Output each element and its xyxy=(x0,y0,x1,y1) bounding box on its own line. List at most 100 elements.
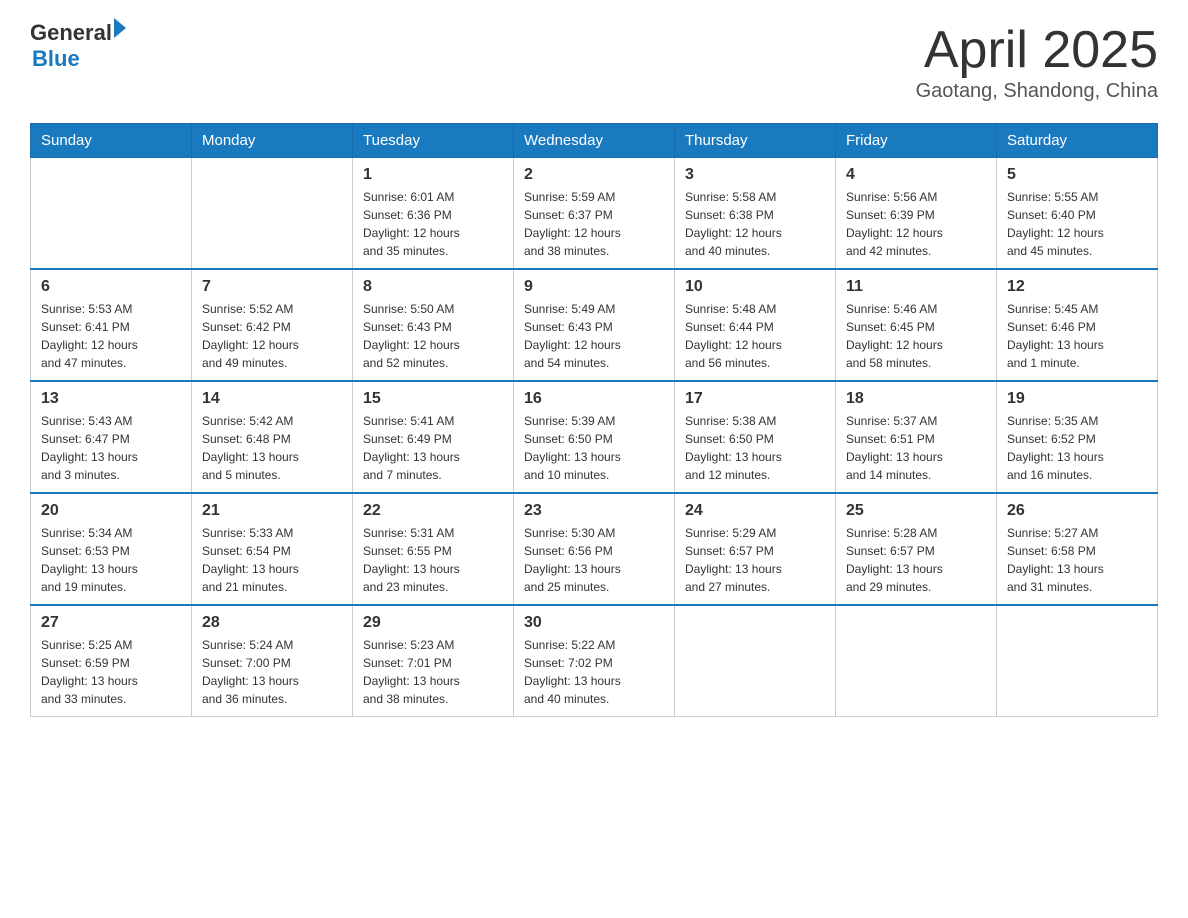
day-number: 26 xyxy=(1007,502,1147,520)
day-number: 4 xyxy=(846,166,986,184)
calendar-cell: 22 Sunrise: 5:31 AM Sunset: 6:55 PM Dayli… xyxy=(353,493,514,605)
calendar-cell: 24 Sunrise: 5:29 AM Sunset: 6:57 PM Dayli… xyxy=(675,493,836,605)
day-info: Sunrise: 5:31 AM Sunset: 6:55 PM Dayligh… xyxy=(363,524,503,596)
day-number: 25 xyxy=(846,502,986,520)
day-number: 11 xyxy=(846,278,986,296)
day-info: Sunrise: 5:24 AM Sunset: 7:00 PM Dayligh… xyxy=(202,636,342,708)
day-info: Sunrise: 5:22 AM Sunset: 7:02 PM Dayligh… xyxy=(524,636,664,708)
calendar-cell: 5 Sunrise: 5:55 AM Sunset: 6:40 PM Daylig… xyxy=(997,158,1158,270)
day-info: Sunrise: 5:28 AM Sunset: 6:57 PM Dayligh… xyxy=(846,524,986,596)
day-info: Sunrise: 5:23 AM Sunset: 7:01 PM Dayligh… xyxy=(363,636,503,708)
day-info: Sunrise: 5:52 AM Sunset: 6:42 PM Dayligh… xyxy=(202,300,342,372)
calendar-week-row: 13Sunrise: 5:43 AM Sunset: 6:47 PM Dayli… xyxy=(31,381,1158,493)
day-number: 21 xyxy=(202,502,342,520)
calendar-cell: 27 Sunrise: 5:25 AM Sunset: 6:59 PM Dayli… xyxy=(31,605,192,717)
calendar-cell: 7 Sunrise: 5:52 AM Sunset: 6:42 PM Daylig… xyxy=(192,269,353,381)
logo: General Blue xyxy=(30,20,126,72)
day-number: 17 xyxy=(685,390,825,408)
day-number: 5 xyxy=(1007,166,1147,184)
day-number: 10 xyxy=(685,278,825,296)
day-info: Sunrise: 5:50 AM Sunset: 6:43 PM Dayligh… xyxy=(363,300,503,372)
calendar-cell: 18 Sunrise: 5:37 AM Sunset: 6:51 PM Dayli… xyxy=(836,381,997,493)
day-number: 28 xyxy=(202,614,342,632)
calendar-week-row: 1 Sunrise: 6:01 AM Sunset: 6:36 PM Daylig… xyxy=(31,158,1158,270)
calendar-cell: 8 Sunrise: 5:50 AM Sunset: 6:43 PM Daylig… xyxy=(353,269,514,381)
day-number: 20 xyxy=(41,502,181,520)
day-info: Sunrise: 5:39 AM Sunset: 6:50 PM Dayligh… xyxy=(524,412,664,484)
calendar-week-row: 6 Sunrise: 5:53 AM Sunset: 6:41 PM Daylig… xyxy=(31,269,1158,381)
day-number: 29 xyxy=(363,614,503,632)
calendar-cell: 21 Sunrise: 5:33 AM Sunset: 6:54 PM Dayli… xyxy=(192,493,353,605)
calendar-week-row: 20 Sunrise: 5:34 AM Sunset: 6:53 PM Dayli… xyxy=(31,493,1158,605)
header-friday: Friday xyxy=(836,124,997,158)
calendar-table: Sunday Monday Tuesday Wednesday Thursday… xyxy=(30,123,1158,717)
calendar-cell: 26Sunrise: 5:27 AM Sunset: 6:58 PM Dayli… xyxy=(997,493,1158,605)
calendar-cell: 16 Sunrise: 5:39 AM Sunset: 6:50 PM Dayli… xyxy=(514,381,675,493)
calendar-cell xyxy=(192,158,353,270)
calendar-cell xyxy=(836,605,997,717)
day-number: 1 xyxy=(363,166,503,184)
day-info: Sunrise: 5:37 AM Sunset: 6:51 PM Dayligh… xyxy=(846,412,986,484)
day-info: Sunrise: 5:25 AM Sunset: 6:59 PM Dayligh… xyxy=(41,636,181,708)
day-info: Sunrise: 5:43 AM Sunset: 6:47 PM Dayligh… xyxy=(41,412,181,484)
logo-general-text: General xyxy=(30,20,112,46)
day-number: 16 xyxy=(524,390,664,408)
calendar-cell: 1 Sunrise: 6:01 AM Sunset: 6:36 PM Daylig… xyxy=(353,158,514,270)
day-info: Sunrise: 5:29 AM Sunset: 6:57 PM Dayligh… xyxy=(685,524,825,596)
day-number: 2 xyxy=(524,166,664,184)
calendar-cell xyxy=(675,605,836,717)
day-info: Sunrise: 5:46 AM Sunset: 6:45 PM Dayligh… xyxy=(846,300,986,372)
calendar-cell: 11 Sunrise: 5:46 AM Sunset: 6:45 PM Dayli… xyxy=(836,269,997,381)
calendar-cell: 17Sunrise: 5:38 AM Sunset: 6:50 PM Dayli… xyxy=(675,381,836,493)
day-info: Sunrise: 5:53 AM Sunset: 6:41 PM Dayligh… xyxy=(41,300,181,372)
day-info: Sunrise: 5:58 AM Sunset: 6:38 PM Dayligh… xyxy=(685,188,825,260)
day-number: 7 xyxy=(202,278,342,296)
header-wednesday: Wednesday xyxy=(514,124,675,158)
calendar-cell: 3 Sunrise: 5:58 AM Sunset: 6:38 PM Daylig… xyxy=(675,158,836,270)
day-info: Sunrise: 5:34 AM Sunset: 6:53 PM Dayligh… xyxy=(41,524,181,596)
calendar-cell xyxy=(997,605,1158,717)
day-number: 22 xyxy=(363,502,503,520)
page-header: General Blue April 2025 Gaotang, Shandon… xyxy=(30,20,1158,103)
day-info: Sunrise: 5:41 AM Sunset: 6:49 PM Dayligh… xyxy=(363,412,503,484)
day-number: 9 xyxy=(524,278,664,296)
day-info: Sunrise: 5:55 AM Sunset: 6:40 PM Dayligh… xyxy=(1007,188,1147,260)
day-number: 6 xyxy=(41,278,181,296)
day-number: 24 xyxy=(685,502,825,520)
calendar-cell: 29 Sunrise: 5:23 AM Sunset: 7:01 PM Dayli… xyxy=(353,605,514,717)
month-title: April 2025 xyxy=(916,20,1158,80)
calendar-cell: 28 Sunrise: 5:24 AM Sunset: 7:00 PM Dayli… xyxy=(192,605,353,717)
calendar-cell: 6 Sunrise: 5:53 AM Sunset: 6:41 PM Daylig… xyxy=(31,269,192,381)
day-info: Sunrise: 5:59 AM Sunset: 6:37 PM Dayligh… xyxy=(524,188,664,260)
day-number: 3 xyxy=(685,166,825,184)
calendar-week-row: 27 Sunrise: 5:25 AM Sunset: 6:59 PM Dayli… xyxy=(31,605,1158,717)
calendar-cell: 20 Sunrise: 5:34 AM Sunset: 6:53 PM Dayli… xyxy=(31,493,192,605)
day-info: Sunrise: 5:35 AM Sunset: 6:52 PM Dayligh… xyxy=(1007,412,1147,484)
day-number: 8 xyxy=(363,278,503,296)
day-number: 23 xyxy=(524,502,664,520)
day-info: Sunrise: 5:45 AM Sunset: 6:46 PM Dayligh… xyxy=(1007,300,1147,372)
calendar-cell: 2 Sunrise: 5:59 AM Sunset: 6:37 PM Daylig… xyxy=(514,158,675,270)
day-number: 27 xyxy=(41,614,181,632)
day-number: 14 xyxy=(202,390,342,408)
header-saturday: Saturday xyxy=(997,124,1158,158)
day-info: Sunrise: 5:30 AM Sunset: 6:56 PM Dayligh… xyxy=(524,524,664,596)
calendar-cell: 19Sunrise: 5:35 AM Sunset: 6:52 PM Dayli… xyxy=(997,381,1158,493)
day-info: Sunrise: 6:01 AM Sunset: 6:36 PM Dayligh… xyxy=(363,188,503,260)
header-monday: Monday xyxy=(192,124,353,158)
day-info: Sunrise: 5:48 AM Sunset: 6:44 PM Dayligh… xyxy=(685,300,825,372)
calendar-cell: 30Sunrise: 5:22 AM Sunset: 7:02 PM Dayli… xyxy=(514,605,675,717)
header-sunday: Sunday xyxy=(31,124,192,158)
day-number: 18 xyxy=(846,390,986,408)
calendar-cell: 10 Sunrise: 5:48 AM Sunset: 6:44 PM Dayli… xyxy=(675,269,836,381)
logo-arrow-icon xyxy=(114,18,126,38)
calendar-cell: 9Sunrise: 5:49 AM Sunset: 6:43 PM Daylig… xyxy=(514,269,675,381)
calendar-cell: 15Sunrise: 5:41 AM Sunset: 6:49 PM Dayli… xyxy=(353,381,514,493)
day-info: Sunrise: 5:33 AM Sunset: 6:54 PM Dayligh… xyxy=(202,524,342,596)
day-info: Sunrise: 5:42 AM Sunset: 6:48 PM Dayligh… xyxy=(202,412,342,484)
calendar-cell: 4Sunrise: 5:56 AM Sunset: 6:39 PM Daylig… xyxy=(836,158,997,270)
calendar-cell: 12Sunrise: 5:45 AM Sunset: 6:46 PM Dayli… xyxy=(997,269,1158,381)
logo-blue-text: Blue xyxy=(32,46,126,72)
calendar-cell xyxy=(31,158,192,270)
calendar-cell: 13Sunrise: 5:43 AM Sunset: 6:47 PM Dayli… xyxy=(31,381,192,493)
